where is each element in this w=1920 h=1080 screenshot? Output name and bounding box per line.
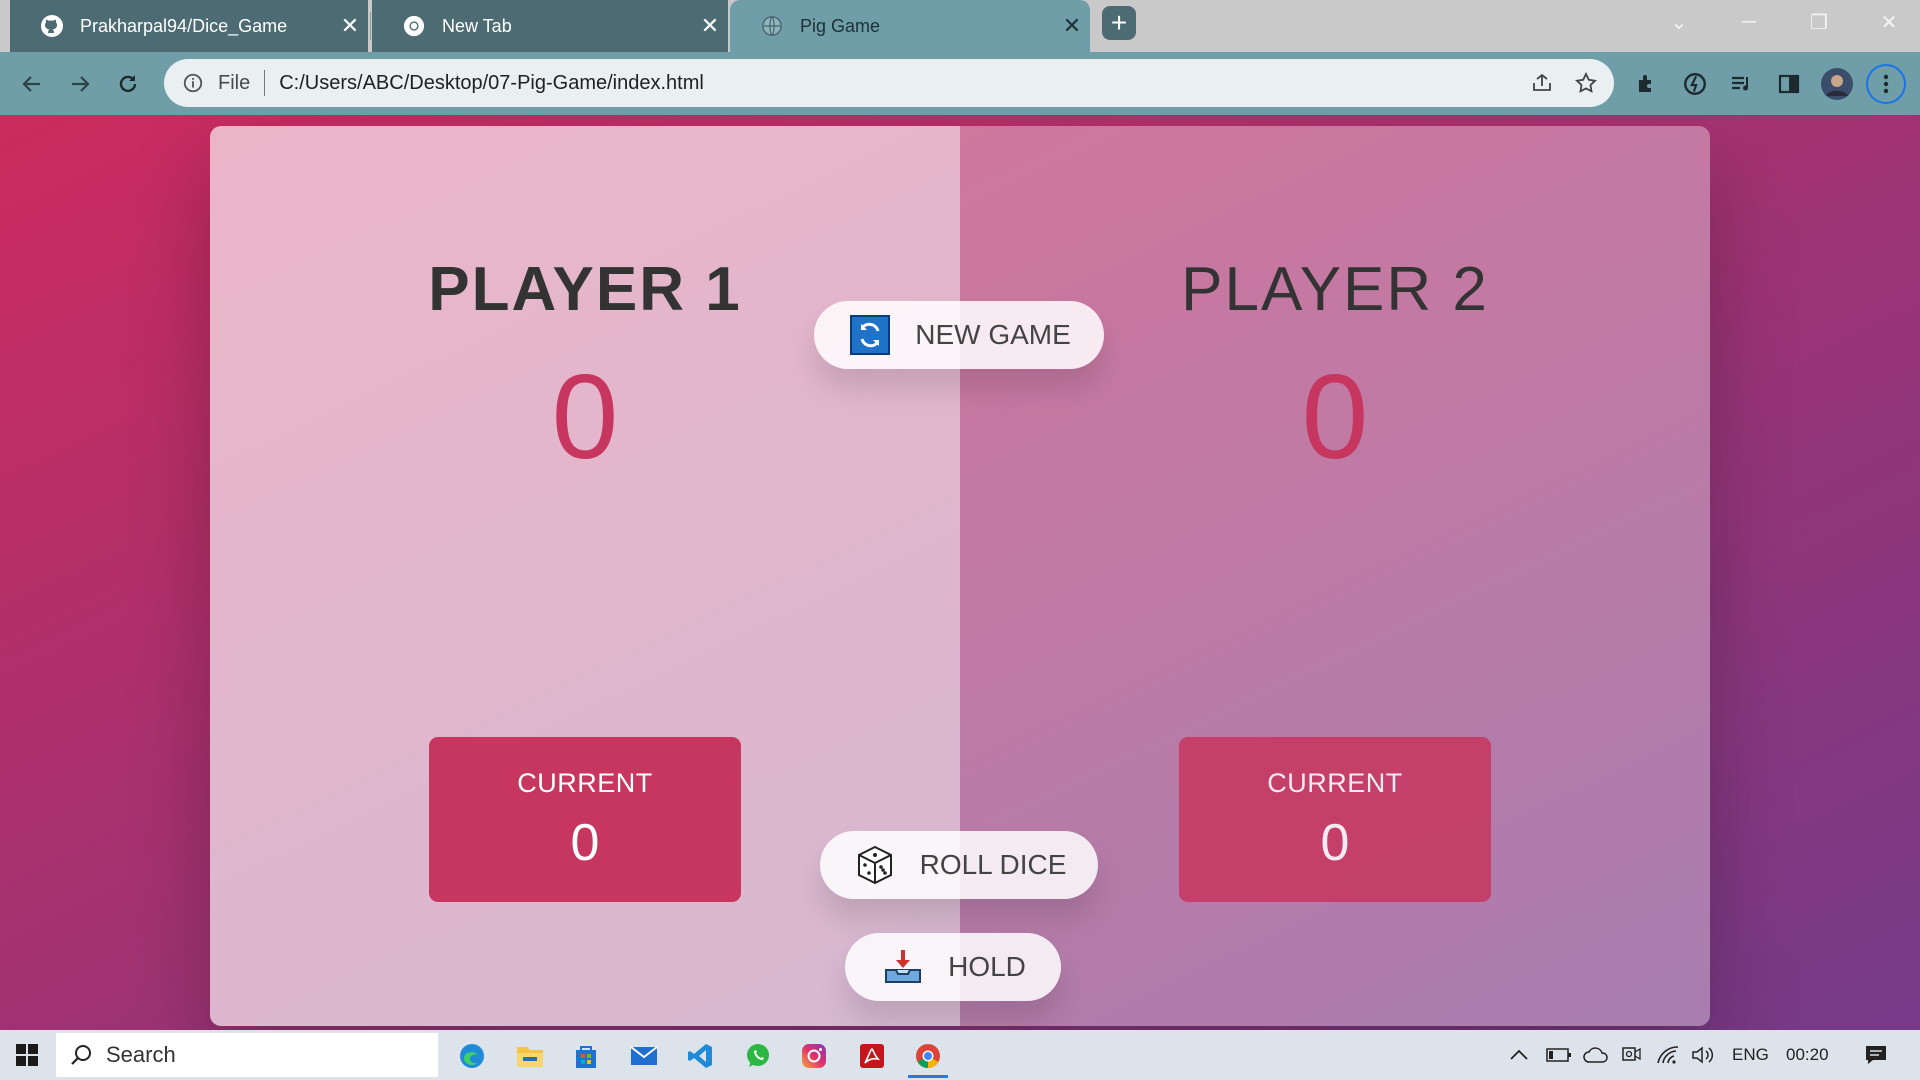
avatar[interactable] — [1818, 65, 1856, 103]
player-2-current-score: 0 — [1320, 814, 1350, 872]
instagram-icon[interactable] — [790, 1034, 838, 1078]
acrobat-icon[interactable] — [848, 1034, 896, 1078]
search-icon — [56, 1043, 106, 1067]
tab-search-chevron-icon[interactable]: ⌄ — [1644, 0, 1714, 44]
whatsapp-icon[interactable] — [734, 1034, 782, 1078]
media-control-icon[interactable] — [1722, 65, 1760, 103]
roll-dice-label: ROLL DICE — [919, 849, 1067, 880]
roll-dice-button[interactable]: ROLL DICE — [820, 831, 1098, 899]
tab-separator — [370, 12, 371, 40]
github-icon — [40, 14, 64, 38]
current-label: CURRENT — [1267, 768, 1403, 798]
globe-icon — [760, 14, 784, 38]
inbox-download-icon — [880, 944, 926, 990]
extension-icon[interactable] — [1676, 65, 1714, 103]
address-bar[interactable]: File C:/Users/ABC/Desktop/07-Pig-Game/in… — [164, 59, 1614, 107]
scheme-label: File — [218, 71, 251, 94]
notifications-icon[interactable] — [1856, 1030, 1896, 1080]
extensions-puzzle-icon[interactable] — [1628, 65, 1666, 103]
game-board: PLAYER 1 0 CURRENT 0 PLAYER 2 0 CURRENT … — [210, 126, 1710, 1026]
start-button[interactable] — [0, 1030, 54, 1080]
store-icon[interactable] — [562, 1034, 610, 1078]
vscode-icon[interactable] — [676, 1034, 724, 1078]
tab-title: Pig Game — [800, 15, 881, 36]
close-tab-icon[interactable]: ✕ — [1054, 13, 1090, 39]
hold-button[interactable]: HOLD — [845, 933, 1061, 1001]
divider — [264, 70, 266, 96]
reload-button[interactable] — [108, 64, 148, 104]
dice-icon — [852, 842, 898, 888]
side-panel-icon[interactable] — [1770, 65, 1808, 103]
camera-privacy-icon[interactable] — [1620, 1030, 1642, 1080]
refresh-icon — [847, 312, 893, 358]
reload-icon — [119, 75, 137, 93]
windows-logo-icon — [16, 1044, 38, 1066]
info-icon[interactable] — [180, 70, 206, 96]
back-button[interactable] — [12, 64, 52, 104]
current-label: CURRENT — [517, 768, 653, 798]
tab-title: New Tab — [442, 15, 512, 36]
minimize-button[interactable]: ─ — [1714, 0, 1784, 44]
url-text[interactable]: C:/Users/ABC/Desktop/07-Pig-Game/index.h… — [279, 72, 1520, 95]
taskbar-search-box[interactable]: Search — [56, 1033, 438, 1077]
clock-time[interactable]: 00:20 — [1786, 1030, 1829, 1080]
tray-overflow-chevron-icon[interactable] — [1508, 1030, 1530, 1080]
file-explorer-icon[interactable] — [506, 1034, 554, 1078]
bookmark-star-icon[interactable] — [1564, 61, 1608, 105]
mail-icon[interactable] — [620, 1034, 668, 1078]
language-indicator[interactable]: ENG — [1732, 1030, 1769, 1080]
forward-button[interactable] — [60, 64, 100, 104]
arrow-left-icon — [22, 76, 40, 92]
restore-button[interactable]: ❐ — [1784, 0, 1854, 44]
onedrive-cloud-icon[interactable] — [1582, 1030, 1610, 1080]
search-placeholder: Search — [106, 1042, 176, 1067]
close-window-button[interactable]: ✕ — [1854, 0, 1920, 44]
page-background: PLAYER 1 0 CURRENT 0 PLAYER 2 0 CURRENT … — [0, 115, 1920, 1030]
tab-pig-game[interactable]: Pig Game ✕ — [730, 0, 1090, 52]
new-game-label: NEW GAME — [915, 319, 1071, 350]
close-tab-icon[interactable]: ✕ — [332, 13, 368, 39]
player-1-current-score: 0 — [570, 814, 600, 872]
browser-tab-strip: Prakharpal94/Dice_Game ✕ New Tab ✕ Pig G… — [0, 0, 1920, 52]
battery-icon[interactable] — [1546, 1030, 1572, 1080]
more-vert-icon — [1883, 74, 1889, 94]
arrow-right-icon — [72, 76, 90, 92]
share-icon[interactable] — [1520, 61, 1564, 105]
tab-dice-game[interactable]: Prakharpal94/Dice_Game ✕ — [10, 0, 368, 52]
tab-title: Prakharpal94/Dice_Game — [80, 15, 288, 36]
wifi-icon[interactable] — [1656, 1030, 1682, 1080]
new-tab-button[interactable]: + — [1102, 6, 1136, 40]
edge-icon[interactable] — [448, 1034, 496, 1078]
chrome-taskbar-icon[interactable] — [904, 1034, 952, 1078]
browser-toolbar: File C:/Users/ABC/Desktop/07-Pig-Game/in… — [0, 52, 1920, 115]
windows-taskbar: Search ENG 00:20 — [0, 1030, 1920, 1080]
hold-label: HOLD — [948, 951, 1026, 982]
volume-icon[interactable] — [1690, 1030, 1716, 1080]
browser-menu-button[interactable] — [1866, 64, 1906, 104]
tab-new-tab[interactable]: New Tab ✕ — [372, 0, 728, 52]
chrome-icon — [402, 14, 426, 38]
new-game-button[interactable]: NEW GAME — [814, 301, 1104, 369]
player-2-current-box: CURRENT 0 — [1179, 737, 1491, 902]
close-tab-icon[interactable]: ✕ — [692, 13, 728, 39]
player-1-current-box: CURRENT 0 — [429, 737, 741, 902]
